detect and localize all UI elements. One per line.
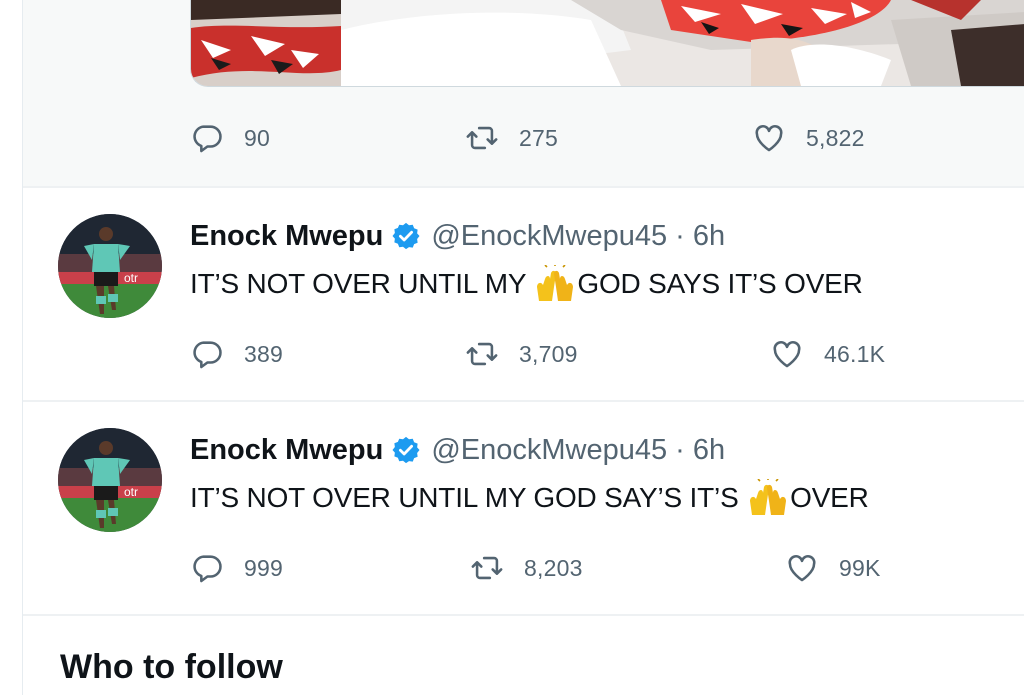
left-rail (0, 0, 22, 695)
reply-icon (193, 341, 222, 369)
avatar-photo: otr (58, 214, 162, 318)
tweet-header: Enock Mwepu @EnockMwepu45 · 6h (190, 430, 725, 470)
reply-button[interactable]: 90 (190, 120, 270, 156)
avatar[interactable]: otr (58, 428, 162, 532)
reply-icon (193, 555, 222, 583)
tweet-text-part: IT’S NOT OVER UNTIL MY (190, 268, 534, 299)
author-name[interactable]: Enock Mwepu (190, 220, 383, 253)
tweet-text-part: IT’S NOT OVER UNTIL MY GOD SAY’S IT’S (190, 482, 747, 513)
avatar-photo: otr (58, 428, 162, 532)
raising-hands-icon (537, 265, 574, 301)
reply-count: 389 (244, 340, 283, 367)
avatar[interactable]: otr (58, 214, 162, 318)
meta-separator: · (675, 433, 685, 466)
reply-icon (193, 125, 222, 153)
retweet-button[interactable]: 3,709 (465, 336, 578, 372)
tweet-actions: 999 8,203 99K (190, 550, 950, 586)
top-tweet-actions: 90 275 5,822 (190, 120, 950, 156)
reply-count: 90 (244, 124, 270, 151)
reply-count: 999 (244, 554, 283, 581)
tweet-text-part: GOD SAYS IT’S OVER (577, 268, 863, 299)
tweet-text: IT’S NOT OVER UNTIL MY GOD SAYS IT’S OVE… (190, 264, 863, 304)
like-count: 46.1K (824, 340, 886, 367)
retweet-icon (466, 126, 498, 150)
media-photo (191, 0, 1024, 86)
divider (23, 614, 1024, 616)
retweet-count: 8,203 (524, 554, 583, 581)
tweet-timestamp[interactable]: 6h (693, 434, 725, 467)
like-button[interactable]: 5,822 (752, 120, 865, 156)
tweet-timestamp[interactable]: 6h (693, 220, 725, 253)
raising-hands-icon (750, 479, 787, 515)
tweet-text: IT’S NOT OVER UNTIL MY GOD SAY’S IT’S OV… (190, 478, 869, 518)
verified-badge-icon (392, 222, 420, 250)
author-handle[interactable]: @EnockMwepu45 (431, 220, 667, 253)
verified-badge-icon (392, 436, 420, 464)
who-to-follow-heading: Who to follow (60, 648, 283, 686)
like-button[interactable]: 99K (785, 550, 881, 586)
svg-text:otr: otr (124, 485, 138, 499)
retweet-icon (466, 342, 498, 366)
retweet-button[interactable]: 8,203 (470, 550, 583, 586)
retweet-icon (471, 556, 503, 580)
heart-icon (755, 124, 783, 152)
reply-button[interactable]: 999 (190, 550, 283, 586)
tweet-actions: 389 3,709 46.1K (190, 336, 950, 372)
tweet-header: Enock Mwepu @EnockMwepu45 · 6h (190, 216, 725, 256)
author-name[interactable]: Enock Mwepu (190, 434, 383, 467)
tweet-media-image[interactable] (190, 0, 1024, 87)
tweet-text-part: OVER (790, 482, 869, 513)
author-handle[interactable]: @EnockMwepu45 (431, 434, 667, 467)
like-count: 99K (839, 554, 881, 581)
heart-icon (773, 340, 801, 368)
reply-button[interactable]: 389 (190, 336, 283, 372)
tweet-card[interactable]: otr Enock Mwepu @EnockMwepu45 · 6h IT’S … (23, 402, 1024, 614)
tweet-card[interactable]: otr Enock Mwepu @EnockMwepu45 · 6h IT’S … (23, 188, 1024, 400)
retweet-count: 275 (519, 124, 558, 151)
retweet-button[interactable]: 275 (465, 120, 558, 156)
like-button[interactable]: 46.1K (770, 336, 885, 372)
retweet-count: 3,709 (519, 340, 578, 367)
meta-separator: · (675, 219, 685, 252)
like-count: 5,822 (806, 124, 865, 151)
svg-text:otr: otr (124, 271, 138, 285)
heart-icon (788, 554, 816, 582)
